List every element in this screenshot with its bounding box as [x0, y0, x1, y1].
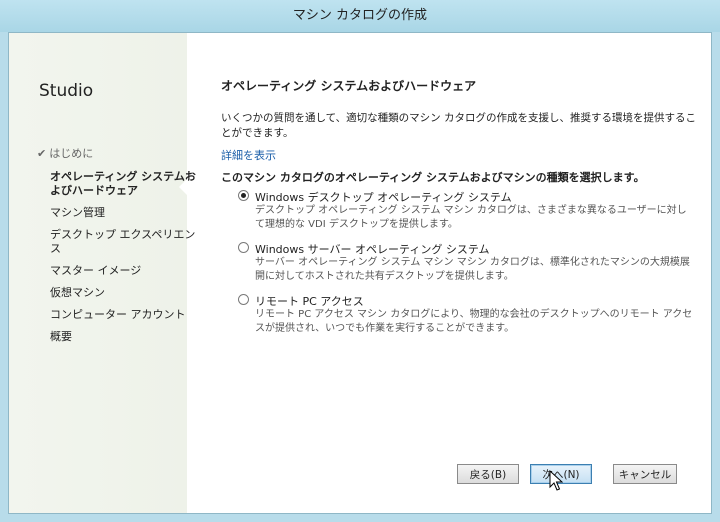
- question-text: このマシン カタログのオペレーティング システムおよびマシンの種類を選択します。: [221, 171, 645, 184]
- next-button[interactable]: 次へ(N): [530, 464, 592, 484]
- radio-server-os[interactable]: [238, 242, 249, 253]
- step-introduction[interactable]: ✔ はじめに: [37, 147, 185, 161]
- step-label: はじめに: [49, 147, 94, 160]
- option-label[interactable]: リモート PC アクセス: [255, 293, 364, 309]
- radio-remote-pc[interactable]: [238, 294, 249, 305]
- step-label: マシン管理: [50, 206, 105, 219]
- step-label: デスクトップ エクスペリエンス: [50, 228, 196, 255]
- step-label: マスター イメージ: [50, 264, 142, 277]
- step-desktop-experience[interactable]: デスクトップ エクスペリエンス: [37, 228, 198, 256]
- step-master-image[interactable]: マスター イメージ: [37, 264, 198, 278]
- step-os-hardware[interactable]: オペレーティング システムおよびハードウェア: [37, 170, 198, 198]
- step-machine-management[interactable]: マシン管理: [37, 206, 198, 220]
- wizard-window: Studio ✔ はじめに オペレーティング システムおよびハードウェア マシン管…: [8, 32, 712, 514]
- step-label: コンピューター アカウント: [50, 308, 186, 321]
- window-titlebar: マシン カタログの作成: [0, 0, 720, 32]
- step-label: 仮想マシン: [50, 286, 105, 299]
- step-label: 概要: [50, 330, 72, 343]
- window-title: マシン カタログの作成: [292, 8, 428, 23]
- radio-desktop-os[interactable]: [238, 190, 249, 201]
- option-description: リモート PC アクセス マシン カタログにより、物理的な会社のデスクトップへの…: [255, 309, 693, 334]
- option-description: デスクトップ オペレーティング システム マシン カタログは、さまざまな異なるユ…: [255, 205, 687, 230]
- wizard-steps: ✔ はじめに オペレーティング システムおよびハードウェア マシン管理 デスクトッ…: [37, 147, 198, 352]
- current-step-pointer: [179, 178, 188, 196]
- option-label[interactable]: Windows サーバー オペレーティング システム: [255, 241, 490, 257]
- wizard-buttons: 戻る(B) 次へ(N) キャンセル: [221, 464, 701, 486]
- step-virtual-machines[interactable]: 仮想マシン: [37, 286, 198, 300]
- wizard-content: オペレーティング システムおよびハードウェア いくつかの質問を通して、適切な種類…: [221, 33, 701, 513]
- studio-brand: Studio: [39, 81, 94, 101]
- wizard-sidebar: Studio ✔ はじめに オペレーティング システムおよびハードウェア マシン管…: [9, 33, 196, 513]
- step-computer-accounts[interactable]: コンピューター アカウント: [37, 308, 198, 322]
- page-title: オペレーティング システムおよびハードウェア: [221, 79, 477, 93]
- step-label: オペレーティング システムおよびハードウェア: [50, 170, 196, 197]
- option-label[interactable]: Windows デスクトップ オペレーティング システム: [255, 189, 512, 205]
- page-description: いくつかの質問を通して、適切な種類のマシン カタログの作成を支援し、推奨する環境…: [221, 112, 696, 139]
- checkmark-icon: ✔: [37, 147, 47, 160]
- back-button[interactable]: 戻る(B): [457, 464, 519, 484]
- option-description: サーバー オペレーティング システム マシン マシン カタログは、標準化されたマ…: [255, 257, 690, 282]
- step-summary[interactable]: 概要: [37, 330, 198, 344]
- cancel-button[interactable]: キャンセル: [613, 464, 677, 484]
- details-link[interactable]: 詳細を表示: [221, 147, 276, 163]
